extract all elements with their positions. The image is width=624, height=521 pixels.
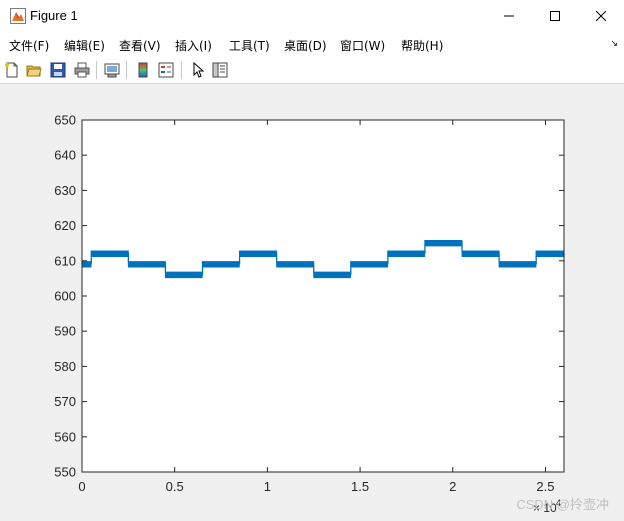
colorbar-icon [138, 62, 148, 78]
toolbar-separator [126, 61, 127, 79]
save-button[interactable] [48, 60, 68, 80]
toolbar [0, 56, 624, 84]
figure-canvas: 0 0.5 1 1.5 2 2.5 550 560 570 580 590 600 610 620 630… [0, 85, 624, 521]
y-tick-label: 640 [54, 148, 76, 163]
menu-bar: 文件(F) 编辑(E) 查看(V) 插入(I) 工具(T) 桌面(D) 窗口(W… [0, 32, 624, 56]
minimize-button[interactable] [486, 0, 532, 32]
dock-arrow-icon[interactable]: ↘ [610, 38, 618, 49]
property-inspector-icon [212, 62, 228, 78]
y-tick-label: 590 [54, 324, 76, 339]
x-tick-label: 0 [78, 479, 85, 494]
new-figure-icon [5, 62, 18, 78]
colorbar-button[interactable] [133, 60, 153, 80]
title-bar: Figure 1 [0, 0, 624, 32]
legend-icon [158, 62, 174, 78]
y-tick-label: 600 [54, 289, 76, 304]
x-tick-label: 1 [264, 479, 271, 494]
x-tick-label: 0.5 [166, 479, 184, 494]
menu-edit[interactable]: 编辑(E) [64, 37, 105, 54]
plot-svg: 0 0.5 1 1.5 2 2.5 550 560 570 580 590 600 610 620 630… [54, 113, 609, 516]
window-title: Figure 1 [30, 8, 78, 23]
save-icon [50, 62, 66, 78]
x-tick-label: 2 [449, 479, 456, 494]
x-tick-label: 2.5 [536, 479, 554, 494]
matlab-figure-icon [10, 8, 26, 24]
close-button[interactable] [578, 0, 624, 32]
axes-background [82, 120, 564, 472]
print-button[interactable] [72, 60, 92, 80]
y-tick-label: 620 [54, 218, 76, 233]
print-icon [74, 62, 90, 78]
new-figure-button[interactable] [2, 60, 22, 80]
y-tick-label: 580 [54, 359, 76, 374]
y-tick-label: 550 [54, 465, 76, 480]
toolbar-separator [96, 61, 97, 79]
open-file-button[interactable] [24, 60, 44, 80]
menu-tools[interactable]: 工具(T) [229, 37, 270, 54]
y-tick-label: 560 [54, 429, 76, 444]
menu-view[interactable]: 查看(V) [119, 37, 161, 54]
legend-button[interactable] [156, 60, 176, 80]
maximize-button[interactable] [532, 0, 578, 32]
open-file-icon [26, 65, 42, 77]
toolbar-separator [181, 61, 182, 79]
menu-window[interactable]: 窗口(W) [340, 37, 385, 54]
maximize-icon [550, 11, 560, 21]
watermark: CSDN @拎壶冲 [516, 497, 609, 512]
menu-help[interactable]: 帮助(H) [401, 37, 443, 54]
minimize-icon [504, 15, 514, 17]
y-tick-label: 610 [54, 253, 76, 268]
y-tick-label: 570 [54, 394, 76, 409]
edit-plot-button[interactable] [188, 60, 208, 80]
property-inspector-button[interactable] [210, 60, 230, 80]
link-plot-icon [104, 63, 120, 78]
y-tick-label: 650 [54, 113, 76, 128]
close-icon [596, 11, 606, 21]
link-plot-button[interactable] [102, 60, 122, 80]
menu-desktop[interactable]: 桌面(D) [284, 37, 327, 54]
x-tick-label: 1.5 [351, 479, 369, 494]
menu-file[interactable]: 文件(F) [9, 37, 49, 54]
menu-insert[interactable]: 插入(I) [175, 37, 212, 54]
y-tick-label: 630 [54, 183, 76, 198]
edit-plot-arrow-icon [193, 62, 205, 78]
